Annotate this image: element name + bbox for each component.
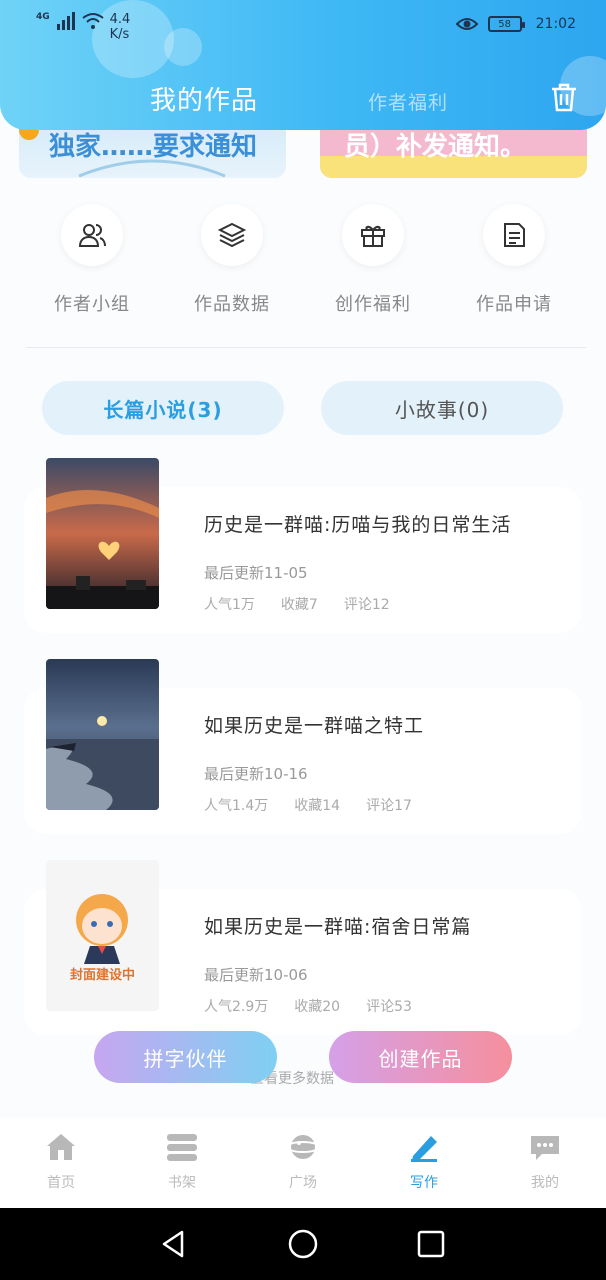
work-updated: 最后更新10-16 bbox=[204, 765, 308, 783]
content-area: 独家……要求通知 员）补发通知。 作者小组 作品数据 创作福利 作品申请 长篇小… bbox=[0, 0, 606, 1118]
tab-my-works[interactable]: 我的作品 bbox=[150, 80, 258, 117]
status-bar: 4G 4.4 K/s 58 21:02 bbox=[0, 0, 606, 52]
tab-label: 书架 bbox=[168, 1175, 196, 1191]
home-circle-icon[interactable] bbox=[285, 1226, 321, 1262]
bottom-tab-bar: 首页 书架 广场 写作 我的 bbox=[0, 1118, 606, 1208]
work-stats: 人气2.9万 收藏20 评论53 bbox=[204, 996, 438, 1016]
tab-writing[interactable]: 写作 bbox=[384, 1132, 464, 1192]
tab-home[interactable]: 首页 bbox=[21, 1132, 101, 1192]
work-favorites: 收藏14 bbox=[294, 798, 341, 814]
tab-label: 我的 bbox=[531, 1175, 559, 1191]
create-work-button[interactable]: 创建作品 bbox=[329, 1031, 512, 1083]
planet-icon bbox=[286, 1135, 320, 1159]
quick-work-data[interactable]: 作品数据 bbox=[162, 204, 302, 316]
work-popularity: 人气1万 bbox=[204, 597, 255, 613]
work-favorites: 收藏7 bbox=[280, 597, 318, 613]
speed-value: 4.4 bbox=[109, 12, 131, 27]
system-nav-bar bbox=[0, 1208, 606, 1280]
work-stats: 人气1.4万 收藏14 评论17 bbox=[204, 795, 438, 815]
quick-actions: 作者小组 作品数据 创作福利 作品申请 bbox=[0, 204, 606, 324]
eye-icon bbox=[455, 18, 478, 30]
tab-author-benefits[interactable]: 作者福利 bbox=[368, 88, 448, 115]
segment-story[interactable]: 小故事(0) bbox=[321, 381, 563, 435]
work-updated: 最后更新11-05 bbox=[204, 564, 308, 582]
work-cover-placeholder[interactable]: 封面建设中 bbox=[46, 860, 159, 1011]
tab-label: 广场 bbox=[289, 1175, 317, 1191]
work-comments: 评论12 bbox=[343, 597, 390, 613]
tab-me[interactable]: 我的 bbox=[505, 1132, 585, 1192]
quick-creation-benefits[interactable]: 创作福利 bbox=[303, 204, 443, 316]
users-icon bbox=[61, 204, 123, 266]
work-favorites: 收藏20 bbox=[294, 999, 341, 1015]
network-speed: 4.4 K/s bbox=[110, 12, 131, 42]
home-icon bbox=[47, 1134, 75, 1160]
work-title: 如果历史是一群喵:宿舍日常篇 bbox=[204, 916, 472, 938]
tab-label: 写作 bbox=[410, 1175, 438, 1191]
wifi-icon bbox=[82, 13, 104, 29]
back-icon[interactable] bbox=[156, 1226, 192, 1262]
recents-icon[interactable] bbox=[413, 1226, 449, 1262]
divider bbox=[26, 347, 586, 348]
quick-label: 作品数据 bbox=[194, 294, 270, 315]
work-popularity: 人气1.4万 bbox=[204, 798, 269, 814]
work-comments: 评论17 bbox=[366, 798, 412, 814]
work-stats: 人气1万 收藏7 评论12 bbox=[204, 594, 416, 614]
tab-label: 首页 bbox=[47, 1175, 75, 1191]
work-popularity: 人气2.9万 bbox=[204, 999, 269, 1015]
header: 4G 4.4 K/s 58 21:02 我的作品 作者福利 bbox=[0, 0, 606, 130]
quick-label: 作品申请 bbox=[476, 294, 552, 315]
cover-placeholder-text: 封面建设中 bbox=[69, 968, 135, 983]
tab-bookshelf[interactable]: 书架 bbox=[142, 1132, 222, 1192]
quick-author-group[interactable]: 作者小组 bbox=[22, 204, 162, 316]
work-comments: 评论53 bbox=[366, 999, 412, 1015]
work-updated: 最后更新10-06 bbox=[204, 966, 308, 984]
signal-icon bbox=[56, 12, 75, 30]
quick-label: 创作福利 bbox=[335, 294, 411, 315]
battery-icon: 58 bbox=[487, 16, 525, 32]
quick-label: 作者小组 bbox=[54, 294, 130, 315]
bookshelf-icon bbox=[167, 1134, 197, 1161]
chat-icon bbox=[531, 1136, 559, 1160]
quick-work-application[interactable]: 作品申请 bbox=[444, 204, 584, 316]
pen-icon bbox=[411, 1136, 437, 1162]
document-icon bbox=[483, 204, 545, 266]
segment-novel[interactable]: 长篇小说(3) bbox=[42, 381, 284, 435]
work-cover-sea[interactable] bbox=[46, 659, 159, 810]
banner-right-text: 员）补发通知。 bbox=[344, 132, 527, 162]
gift-icon bbox=[342, 204, 404, 266]
network-type: 4G bbox=[36, 12, 50, 22]
work-cover-sunset[interactable] bbox=[46, 458, 159, 609]
tab-plaza[interactable]: 广场 bbox=[263, 1132, 343, 1192]
header-tabs: 我的作品 作者福利 bbox=[0, 80, 606, 120]
work-title: 历史是一群喵:历喵与我的日常生活 bbox=[204, 514, 512, 536]
clock: 21:02 bbox=[535, 16, 576, 32]
speed-unit: K/s bbox=[109, 27, 130, 42]
layers-icon bbox=[201, 204, 263, 266]
partner-button[interactable]: 拼字伙伴 bbox=[94, 1031, 277, 1083]
work-title: 如果历史是一群喵之特工 bbox=[204, 715, 425, 737]
trash-icon[interactable] bbox=[550, 82, 578, 112]
